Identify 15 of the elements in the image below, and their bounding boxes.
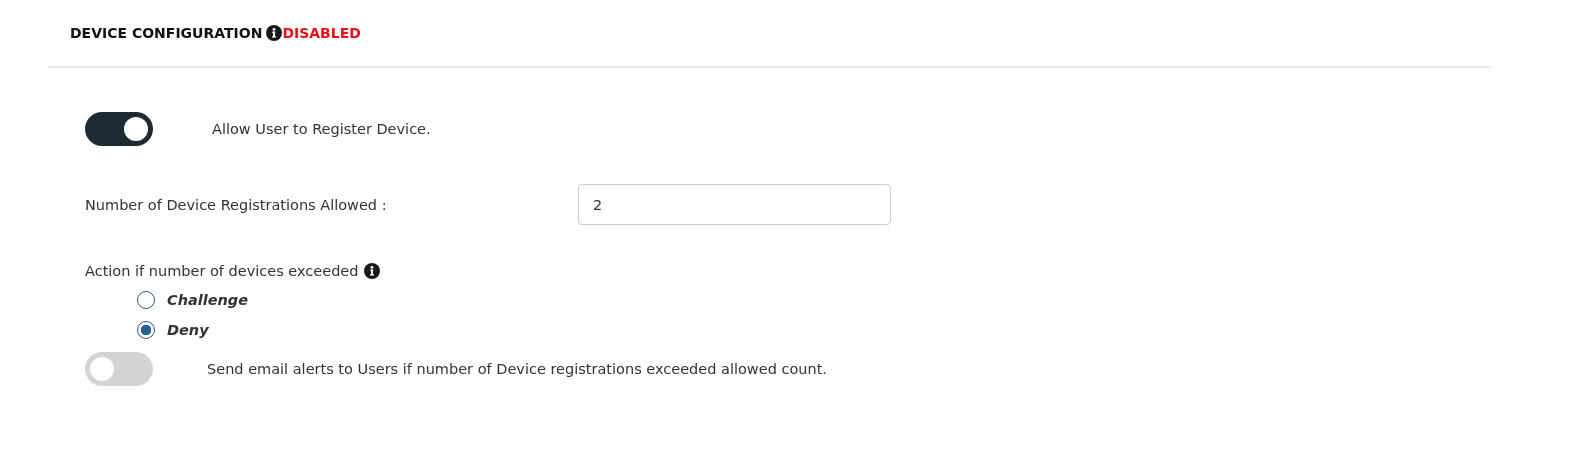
radio-button[interactable] (137, 291, 155, 309)
info-icon (266, 25, 283, 41)
field-label: Number of Device Registrations Allowed : (85, 196, 388, 213)
toggle-label: Send email alerts to Users if number of Device registrations exceeded allowed count. (207, 361, 827, 377)
status-text: DISABLED (282, 25, 361, 41)
toggle-label: Allow User to Register Device. (212, 121, 431, 137)
radio-button[interactable] (137, 321, 155, 339)
input-field[interactable]: 2 (578, 184, 891, 225)
radio-label: Deny (167, 322, 209, 338)
field-label: Action if number of devices exceeded (85, 263, 359, 279)
toggle-switch[interactable] (85, 112, 153, 146)
radio-label: Challenge (167, 292, 249, 308)
info-icon (364, 263, 381, 279)
section-title: DEVICE CONFIGURATION (70, 25, 263, 41)
toggle-switch[interactable] (85, 352, 153, 386)
